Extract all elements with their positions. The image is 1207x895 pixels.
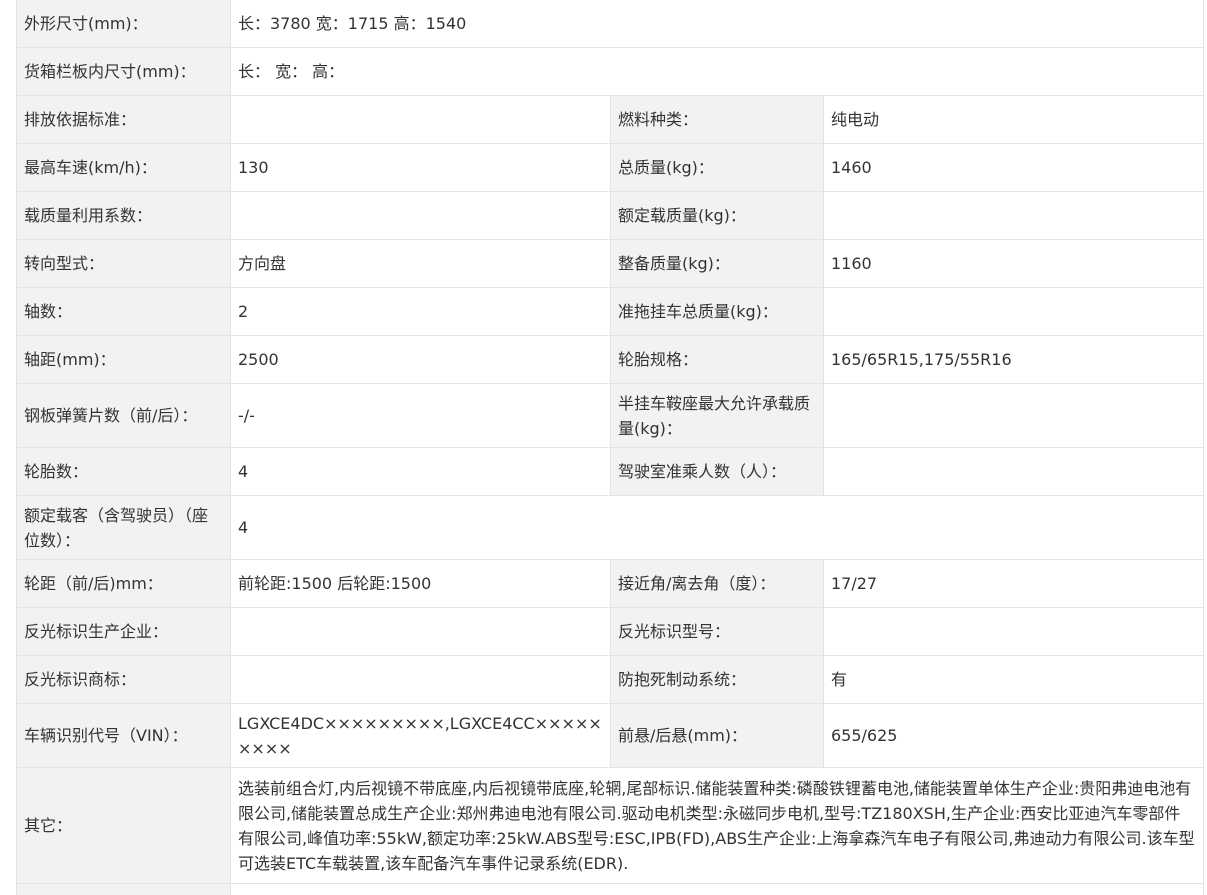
field-label: 前悬/后悬(mm)： bbox=[610, 703, 824, 768]
field-label: 车辆识别代号（VIN）： bbox=[16, 703, 231, 768]
field-value: 纯电动 bbox=[822, 95, 1205, 144]
field-label: 整备质量(kg)： bbox=[610, 239, 824, 288]
field-value: 有 bbox=[822, 655, 1205, 704]
field-label: 轴距(mm)： bbox=[16, 335, 231, 384]
field-label: 准拖挂车总质量(kg)： bbox=[610, 287, 824, 336]
field-label: 半挂车鞍座最大允许承载质量(kg)： bbox=[610, 383, 824, 448]
field-label: 钢板弹簧片数（前/后）： bbox=[16, 383, 231, 448]
field-value: 165/65R15,175/55R16 bbox=[822, 335, 1205, 384]
field-value bbox=[230, 95, 611, 144]
field-value bbox=[230, 607, 611, 656]
field-value bbox=[230, 655, 611, 704]
field-value: 2500 bbox=[230, 335, 611, 384]
spec-sheet: 外形尺寸(mm)： 长：3780 宽：1715 高：1540 货箱栏板内尺寸(m… bbox=[0, 0, 1207, 895]
field-label: 额定载质量(kg)： bbox=[610, 191, 824, 240]
table-row: 钢板弹簧片数（前/后）： -/- 半挂车鞍座最大允许承载质量(kg)： bbox=[16, 383, 1205, 448]
field-label: 总质量(kg)： bbox=[610, 143, 824, 192]
table-row: 轴距(mm)： 2500 轮胎规格： 165/65R15,175/55R16 bbox=[16, 335, 1205, 384]
field-label bbox=[16, 883, 231, 895]
field-label: 反光标识商标： bbox=[16, 655, 231, 704]
field-value: LGXCE4DC×××××××××,LGXCE4CC××××××××× bbox=[230, 703, 611, 768]
field-label: 货箱栏板内尺寸(mm)： bbox=[16, 47, 231, 96]
field-value bbox=[230, 191, 611, 240]
field-label: 额定载客（含驾驶员）（座位数）： bbox=[16, 495, 231, 560]
field-value bbox=[229, 883, 1205, 895]
field-value: 1160 bbox=[822, 239, 1205, 288]
field-value: 655/625 bbox=[822, 703, 1205, 768]
field-value bbox=[822, 287, 1205, 336]
field-value: 1460 bbox=[822, 143, 1205, 192]
field-label: 载质量利用系数： bbox=[16, 191, 231, 240]
field-value: 2 bbox=[230, 287, 611, 336]
field-label: 其它： bbox=[16, 767, 231, 884]
field-value bbox=[822, 447, 1205, 496]
table-row: 轴数： 2 准拖挂车总质量(kg)： bbox=[16, 287, 1205, 336]
table-row: 轮胎数： 4 驾驶室准乘人数（人）： bbox=[16, 447, 1205, 496]
field-value: 4 bbox=[229, 495, 1205, 560]
field-value: 长： 宽： 高： bbox=[229, 47, 1205, 96]
field-label: 接近角/离去角（度）： bbox=[610, 559, 824, 608]
table-row: 载质量利用系数： 额定载质量(kg)： bbox=[16, 191, 1205, 240]
table-row: 其它： 选装前组合灯,内后视镜不带底座,内后视镜带底座,轮辋,尾部标识.储能装置… bbox=[16, 767, 1205, 884]
field-value: 长：3780 宽：1715 高：1540 bbox=[229, 0, 1205, 48]
field-label: 燃料种类： bbox=[610, 95, 824, 144]
field-label: 轮胎规格： bbox=[610, 335, 824, 384]
field-label: 转向型式： bbox=[16, 239, 231, 288]
table-row: 轮距（前/后)mm： 前轮距:1500 后轮距:1500 接近角/离去角（度）：… bbox=[16, 559, 1205, 608]
field-label: 轴数： bbox=[16, 287, 231, 336]
field-label: 轮胎数： bbox=[16, 447, 231, 496]
field-value: 选装前组合灯,内后视镜不带底座,内后视镜带底座,轮辋,尾部标识.储能装置种类:磷… bbox=[229, 767, 1205, 884]
field-value: 4 bbox=[230, 447, 611, 496]
table-row: 排放依据标准： 燃料种类： 纯电动 bbox=[16, 95, 1205, 144]
table-row: 转向型式： 方向盘 整备质量(kg)： 1160 bbox=[16, 239, 1205, 288]
table-row: 车辆识别代号（VIN）： LGXCE4DC×××××××××,LGXCE4CC×… bbox=[16, 703, 1205, 768]
field-value: 17/27 bbox=[822, 559, 1205, 608]
table-row: 最高车速(km/h)： 130 总质量(kg)： 1460 bbox=[16, 143, 1205, 192]
field-value: 前轮距:1500 后轮距:1500 bbox=[230, 559, 611, 608]
field-value: 130 bbox=[230, 143, 611, 192]
table-row: 反光标识商标： 防抱死制动系统： 有 bbox=[16, 655, 1205, 704]
vehicle-spec-table: 外形尺寸(mm)： 长：3780 宽：1715 高：1540 货箱栏板内尺寸(m… bbox=[16, 0, 1205, 895]
field-value bbox=[822, 607, 1205, 656]
field-label: 防抱死制动系统： bbox=[610, 655, 824, 704]
field-value: 方向盘 bbox=[230, 239, 611, 288]
field-value bbox=[822, 191, 1205, 240]
field-label: 反光标识生产企业： bbox=[16, 607, 231, 656]
field-value bbox=[822, 383, 1205, 448]
field-label: 驾驶室准乘人数（人）： bbox=[610, 447, 824, 496]
field-value: -/- bbox=[230, 383, 611, 448]
field-label: 轮距（前/后)mm： bbox=[16, 559, 231, 608]
field-label: 排放依据标准： bbox=[16, 95, 231, 144]
field-label: 外形尺寸(mm)： bbox=[16, 0, 231, 48]
table-row: 货箱栏板内尺寸(mm)： 长： 宽： 高： bbox=[16, 47, 1205, 96]
field-label: 反光标识型号： bbox=[610, 607, 824, 656]
field-label: 最高车速(km/h)： bbox=[16, 143, 231, 192]
table-row: 外形尺寸(mm)： 长：3780 宽：1715 高：1540 bbox=[16, 0, 1205, 48]
table-row: 额定载客（含驾驶员）（座位数）： 4 bbox=[16, 495, 1205, 560]
table-row bbox=[16, 883, 1205, 895]
table-row: 反光标识生产企业： 反光标识型号： bbox=[16, 607, 1205, 656]
